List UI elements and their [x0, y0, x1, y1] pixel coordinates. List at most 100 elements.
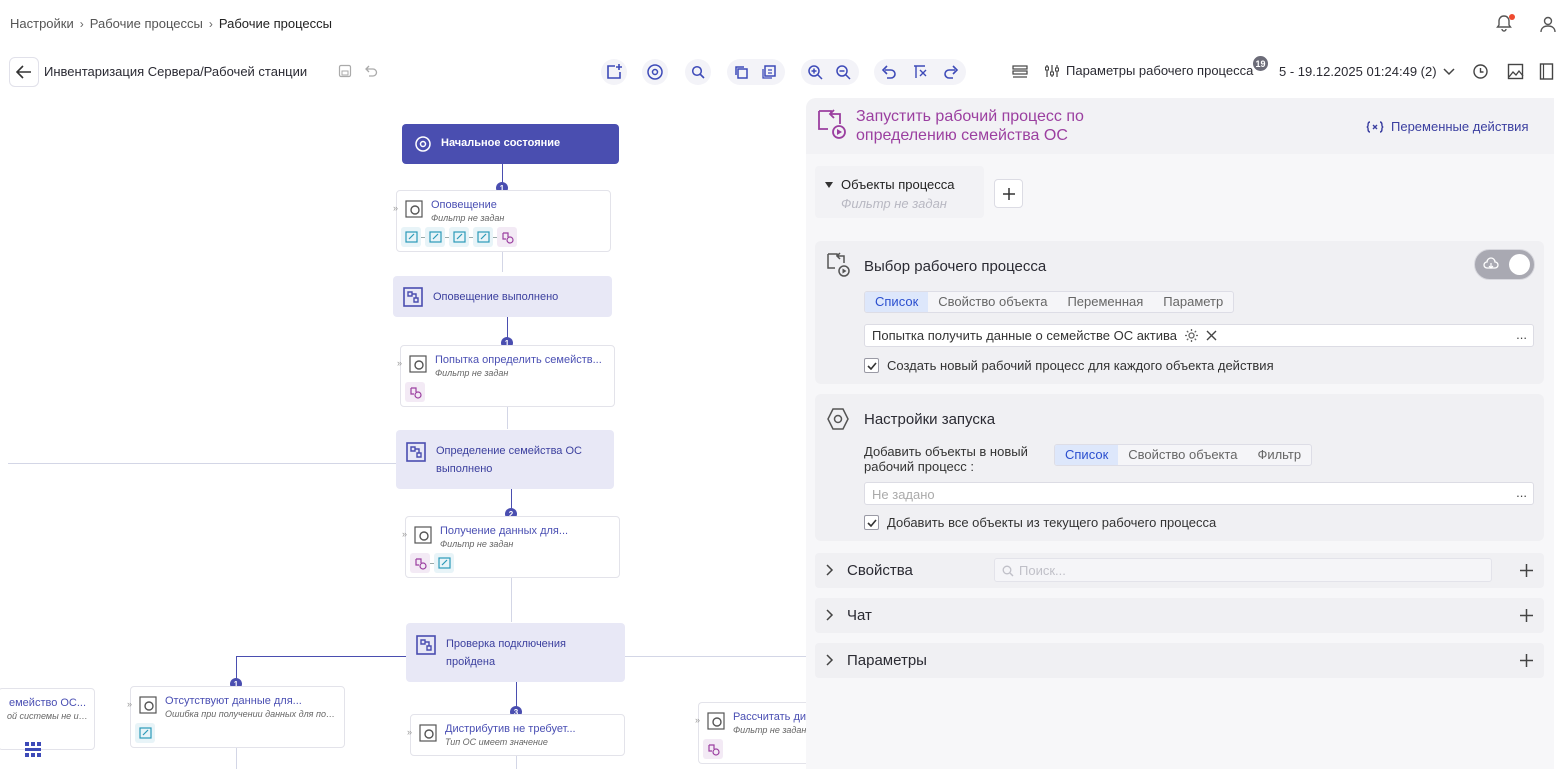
properties-search-input[interactable]: Поиск...: [994, 558, 1492, 582]
run-workflow-icon: [827, 252, 850, 277]
action-node-get-data[interactable]: » Получение данных для... Фильтр не зада…: [402, 516, 620, 578]
state-node-os-detected[interactable]: Определение семейства ОС выполнено: [396, 430, 614, 489]
new-workflow-per-object-checkbox[interactable]: Создать новый рабочий процесс для каждог…: [864, 358, 1274, 373]
process-objects-filter: Фильтр не задан: [841, 196, 947, 211]
chat-section[interactable]: Чат: [815, 598, 1544, 633]
chevron-right-icon: »: [407, 727, 413, 737]
objects-select-field[interactable]: Не задано ...: [864, 482, 1534, 505]
zoom-out-icon[interactable]: [829, 59, 857, 85]
state-node-notified[interactable]: Оповещение выполнено: [393, 276, 612, 317]
state-label: Проверка подключения пройдена: [446, 638, 566, 668]
list-view-button[interactable]: [1007, 59, 1033, 85]
breadcrumb-workflows[interactable]: Рабочие процессы: [90, 16, 203, 31]
action-variables-button[interactable]: Переменные действия: [1366, 119, 1528, 134]
tab-list[interactable]: Список: [1055, 445, 1119, 465]
cloud-toggle[interactable]: [1474, 249, 1535, 280]
add-all-objects-checkbox[interactable]: Добавить все объекты из текущего рабочег…: [864, 515, 1216, 530]
browse-dots-icon[interactable]: ...: [1516, 327, 1527, 342]
chevron-right-icon: [826, 609, 834, 621]
plus-icon[interactable]: [1520, 609, 1533, 622]
zoom-in-icon[interactable]: [801, 59, 829, 85]
version-select[interactable]: 5 - 19.12.2025 01:24:49 (2): [1279, 64, 1455, 79]
minimap-toggle-icon[interactable]: [24, 741, 42, 759]
run-workflow-action-icon[interactable]: [410, 553, 430, 573]
edit-action-icon[interactable]: [135, 723, 155, 743]
gear-workflow-icon: [419, 724, 437, 742]
workflow-canvas[interactable]: Начальное состояние 1 » Оповещение Фильт…: [0, 96, 808, 769]
chevron-right-icon: »: [402, 529, 408, 539]
user-profile-icon[interactable]: [1539, 15, 1557, 33]
connector: [502, 252, 503, 272]
connector: [625, 656, 808, 657]
save-icon[interactable]: [338, 64, 352, 78]
history-icon[interactable]: [1472, 63, 1489, 80]
back-button[interactable]: [9, 57, 39, 87]
action-node-notify[interactable]: » Оповещение Фильтр не задан: [393, 190, 611, 252]
close-icon[interactable]: [1206, 330, 1217, 341]
add-node-button[interactable]: [601, 59, 627, 85]
run-workflow-action-icon[interactable]: [405, 382, 425, 402]
tab-object-property[interactable]: Свойство объекта: [1118, 445, 1247, 465]
revert-icon[interactable]: [364, 64, 378, 78]
edit-action-icon[interactable]: [425, 227, 445, 247]
search-button[interactable]: [685, 59, 711, 85]
image-export-icon[interactable]: [1507, 63, 1524, 80]
edit-action-icon[interactable]: [449, 227, 469, 247]
copy-group: [727, 59, 785, 85]
checkbox-box[interactable]: [864, 358, 879, 373]
notifications-bell-icon[interactable]: [1495, 14, 1515, 32]
state-label: Определение семейства ОС выполнено: [436, 445, 582, 475]
add-objects-label: Добавить объекты в новый рабочий процесс…: [864, 444, 1028, 474]
tab-variable[interactable]: Переменная: [1057, 292, 1153, 312]
workflow-params-button[interactable]: Параметры рабочего процесса: [1044, 63, 1253, 78]
gear-workflow-icon: [707, 712, 725, 730]
action-node-detect-os[interactable]: » Попытка определить семейств... Фильтр …: [397, 345, 615, 407]
tab-parameter[interactable]: Параметр: [1153, 292, 1233, 312]
tab-filter[interactable]: Фильтр: [1247, 445, 1311, 465]
plus-icon[interactable]: [1520, 654, 1533, 667]
node-actions: [405, 382, 425, 402]
chevron-right-icon: ›: [79, 16, 84, 31]
edit-action-icon[interactable]: [434, 553, 454, 573]
action-node-no-distro[interactable]: » Дистрибутив не требует... Тип ОС имеет…: [407, 714, 625, 756]
start-state-label: Начальное состояние: [441, 137, 561, 149]
action-node-missing-data[interactable]: » Отсутствуют данные для... Ошибка при п…: [127, 686, 345, 748]
clear-history-icon[interactable]: [905, 59, 936, 85]
run-workflow-icon: [818, 109, 846, 139]
book-icon[interactable]: [1539, 63, 1554, 80]
edit-action-icon[interactable]: [473, 227, 493, 247]
paste-icon[interactable]: [755, 59, 783, 85]
node-title: Попытка определить семейств...: [435, 354, 602, 366]
gear-workflow-icon: [139, 696, 157, 714]
chevron-right-icon: »: [393, 203, 399, 213]
gear-icon[interactable]: [1184, 328, 1199, 343]
browse-dots-icon[interactable]: ...: [1516, 485, 1527, 500]
tab-list[interactable]: Список: [865, 292, 929, 312]
plus-icon[interactable]: [1520, 564, 1533, 577]
start-state-node[interactable]: Начальное состояние: [402, 124, 619, 164]
parameters-title: Параметры: [847, 652, 927, 669]
state-node-connection-ok[interactable]: Проверка подключения пройдена: [406, 623, 625, 682]
run-workflow-action-icon[interactable]: [497, 227, 517, 247]
process-objects-title[interactable]: Объекты процесса: [825, 177, 954, 192]
checkbox-box[interactable]: [864, 515, 879, 530]
copy-icon[interactable]: [727, 59, 755, 85]
add-object-button[interactable]: [994, 179, 1023, 208]
breadcrumb-settings[interactable]: Настройки: [10, 16, 74, 31]
process-objects-box[interactable]: Объекты процесса Фильтр не задан: [815, 166, 984, 218]
tab-object-property[interactable]: Свойство объекта: [928, 292, 1057, 312]
redo-icon[interactable]: [935, 59, 966, 85]
parameters-section[interactable]: Параметры: [815, 643, 1544, 678]
run-workflow-action-icon[interactable]: [703, 739, 723, 759]
start-state-button[interactable]: [642, 59, 668, 85]
workflow-title: Инвентаризация Сервера/Рабочей станции: [44, 64, 308, 79]
node-title: Рассчитать дистрибутив сетки: [733, 711, 808, 723]
action-node-calc-distro[interactable]: » Рассчитать дистрибутив сетки Фильтр не…: [695, 702, 808, 764]
undo-icon[interactable]: [874, 59, 905, 85]
edit-action-icon[interactable]: [401, 227, 421, 247]
connector: [511, 578, 512, 622]
properties-section[interactable]: Свойства Поиск...: [815, 553, 1544, 588]
action-node-os-family[interactable]: емейство ОС... ой системы не име...: [0, 688, 95, 750]
workflow-select-field[interactable]: Попытка получить данные о семействе ОС а…: [864, 324, 1534, 347]
version-value: 5 - 19.12.2025 01:24:49 (2): [1279, 64, 1437, 79]
